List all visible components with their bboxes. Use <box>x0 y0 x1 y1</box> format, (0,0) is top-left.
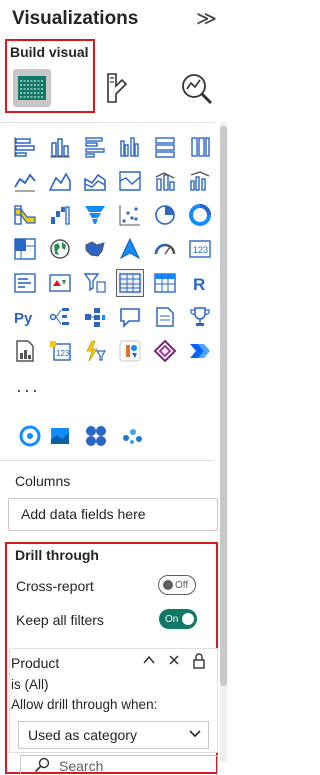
svg-text:123: 123 <box>56 349 70 358</box>
donut-icon[interactable] <box>186 201 214 229</box>
custom-visual-2-icon[interactable] <box>46 422 74 450</box>
collapse-pane-icon[interactable]: ≫ <box>196 6 217 31</box>
table-icon[interactable] <box>116 269 144 297</box>
scrollbar-thumb[interactable] <box>220 126 227 686</box>
ribbon-chart-icon[interactable] <box>11 201 39 229</box>
100-stacked-column-icon[interactable] <box>186 133 214 161</box>
keep-all-filters-label: Keep all filters <box>16 612 104 628</box>
svg-text:Py: Py <box>14 310 33 327</box>
slicer-icon[interactable] <box>81 269 109 297</box>
new-card-icon[interactable]: 123 <box>46 337 74 365</box>
toggle-knob <box>182 613 195 625</box>
more-visuals-icon[interactable]: ··· <box>16 380 40 401</box>
cross-report-label: Cross-report <box>16 578 94 594</box>
analytics-icon[interactable] <box>180 72 214 106</box>
remove-field-icon[interactable] <box>167 653 181 670</box>
drill-condition-dropdown[interactable]: Used as category <box>18 721 209 749</box>
card-icon[interactable]: 123 <box>186 235 214 263</box>
stacked-area-icon[interactable] <box>81 167 109 195</box>
drill-condition-value: Used as category <box>28 727 137 743</box>
multi-row-card-icon[interactable] <box>11 269 39 297</box>
goals-icon[interactable] <box>186 303 214 331</box>
section-divider <box>0 460 214 461</box>
azure-maps-2-icon[interactable] <box>116 337 144 365</box>
kpi-icon[interactable] <box>46 269 74 297</box>
waterfall-icon[interactable] <box>46 201 74 229</box>
lock-icon[interactable] <box>192 653 206 672</box>
line-and-stacked-column-icon[interactable] <box>151 167 179 195</box>
tab-divider <box>0 122 214 123</box>
columns-well-label: Columns <box>15 473 71 489</box>
python-visual-icon[interactable]: Py <box>11 303 39 331</box>
add-data-fields-well[interactable]: Add data fields here <box>8 498 218 531</box>
toggle-knob <box>163 580 173 590</box>
button-slicer-icon[interactable] <box>81 337 109 365</box>
funnel-icon[interactable] <box>81 201 109 229</box>
search-icon <box>34 757 50 773</box>
paginated-report-icon[interactable] <box>11 337 39 365</box>
matrix-icon[interactable] <box>151 269 179 297</box>
build-visual-icon <box>18 76 46 100</box>
smart-narrative-icon[interactable] <box>151 303 179 331</box>
build-visual-label: Build visual <box>10 44 89 60</box>
cross-report-toggle[interactable]: Off <box>158 575 196 595</box>
drill-through-title: Drill through <box>15 547 99 563</box>
keep-all-filters-toggle[interactable]: On <box>159 609 197 629</box>
100-stacked-area-icon[interactable] <box>116 167 144 195</box>
svg-text:R: R <box>193 275 205 294</box>
scatter-icon[interactable] <box>116 201 144 229</box>
custom-visual-4-icon[interactable] <box>118 422 146 450</box>
keep-all-filters-state: On <box>165 613 179 625</box>
power-apps-icon[interactable] <box>151 337 179 365</box>
treemap-icon[interactable] <box>11 235 39 263</box>
key-influencers-icon[interactable] <box>46 303 74 331</box>
clustered-bar-icon[interactable] <box>81 133 109 161</box>
drill-field-filter: is (All) <box>11 677 49 692</box>
map-icon[interactable] <box>46 235 74 263</box>
line-chart-icon[interactable] <box>11 167 39 195</box>
r-visual-icon[interactable]: R <box>186 269 214 297</box>
decomposition-tree-icon[interactable] <box>81 303 109 331</box>
qa-icon[interactable] <box>116 303 144 331</box>
clustered-column-icon[interactable] <box>116 133 144 161</box>
build-visual-tab[interactable] <box>13 69 51 107</box>
power-automate-icon[interactable] <box>186 337 214 365</box>
collapse-card-icon[interactable] <box>142 653 156 670</box>
azure-map-icon[interactable] <box>116 235 144 263</box>
custom-visual-1-icon[interactable] <box>16 422 44 450</box>
stacked-bar-icon[interactable] <box>11 133 39 161</box>
allow-drill-label: Allow drill through when: <box>11 697 158 712</box>
drill-field-name: Product <box>11 655 60 671</box>
format-visual-icon[interactable] <box>100 72 130 104</box>
cross-report-state: Off <box>175 579 189 591</box>
100-stacked-bar-icon[interactable] <box>151 133 179 161</box>
line-and-clustered-column-icon[interactable] <box>186 167 214 195</box>
stacked-column-icon[interactable] <box>46 133 74 161</box>
custom-visual-3-icon[interactable] <box>82 422 110 450</box>
svg-text:123: 123 <box>193 245 208 255</box>
area-chart-icon[interactable] <box>46 167 74 195</box>
pie-icon[interactable] <box>151 201 179 229</box>
filled-map-icon[interactable] <box>81 235 109 263</box>
chevron-down-icon <box>188 726 202 743</box>
pane-title: Visualizations <box>12 8 139 29</box>
gauge-icon[interactable] <box>151 235 179 263</box>
